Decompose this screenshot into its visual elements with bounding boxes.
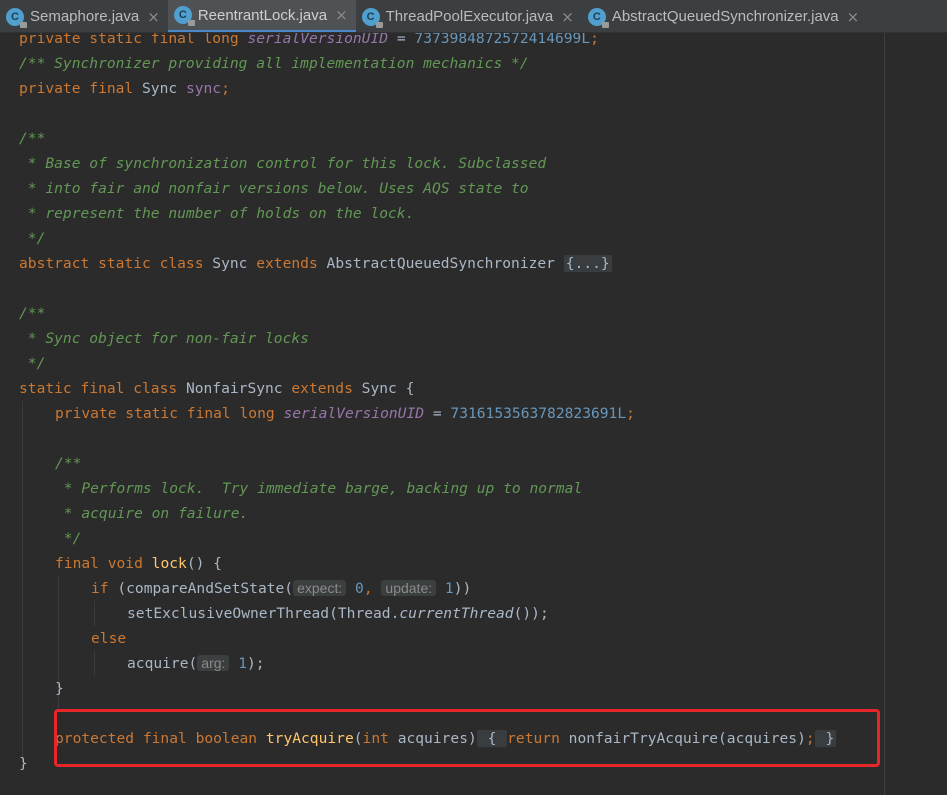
code-line: */: [19, 230, 46, 247]
code-line: * Base of synchronization control for th…: [19, 155, 547, 172]
code-line: static final class NonfairSync extends S…: [19, 380, 415, 397]
code-line: setExclusiveOwnerThread(Thread.currentTh…: [127, 605, 549, 622]
code-line: * represent the number of holds on the l…: [19, 205, 415, 222]
tab-semaphore[interactable]: Semaphore.java ×: [0, 0, 168, 32]
code-line: * acquire on failure.: [55, 505, 249, 522]
class-icon: [173, 6, 195, 26]
close-icon[interactable]: ×: [335, 6, 348, 24]
tab-label: AbstractQueuedSynchronizer.java: [611, 8, 839, 25]
parameter-hint: expect:: [293, 580, 347, 596]
class-icon: [361, 7, 383, 28]
code-line: private static final long serialVersionU…: [19, 33, 599, 47]
close-icon[interactable]: ×: [847, 8, 860, 26]
indent-guide: [94, 651, 95, 676]
annotation-highlight-box: [54, 709, 880, 767]
parameter-hint: update:: [381, 580, 437, 596]
editor-tab-bar: Semaphore.java × ReentrantLock.java × Th…: [0, 0, 947, 33]
lock-icon: [375, 21, 383, 28]
code-line: /**: [55, 455, 82, 472]
tab-label: Semaphore.java: [30, 8, 140, 25]
tab-label: ThreadPoolExecutor.java: [385, 8, 554, 25]
tab-label: ReentrantLock.java: [197, 6, 328, 24]
code-line: */: [19, 355, 46, 372]
close-icon[interactable]: ×: [147, 8, 160, 26]
code-line: acquire(arg: 1);: [127, 655, 265, 672]
code-line: }: [55, 680, 64, 697]
code-line: abstract static class Sync extends Abstr…: [19, 255, 612, 272]
code-line: }: [19, 755, 28, 772]
code-line: /**: [19, 130, 46, 147]
indent-guide: [94, 601, 95, 626]
ide-window: Semaphore.java × ReentrantLock.java × Th…: [0, 0, 947, 795]
class-icon: [6, 7, 27, 28]
folded-code-block[interactable]: {...}: [563, 255, 612, 272]
code-editor[interactable]: private static final long serialVersionU…: [0, 33, 947, 795]
code-line: * Sync object for non-fair locks: [19, 330, 309, 347]
code-line: * into fair and nonfair versions below. …: [19, 180, 529, 197]
code-line: /**: [19, 305, 46, 322]
class-icon: [587, 7, 609, 28]
lock-icon: [601, 21, 609, 28]
right-margin-guide: [884, 33, 885, 795]
close-icon[interactable]: ×: [561, 8, 574, 26]
lock-icon: [187, 20, 195, 26]
tab-abstractqueuedsynchronizer[interactable]: AbstractQueuedSynchronizer.java ×: [582, 0, 867, 32]
code-line: if (compareAndSetState(expect: 0, update…: [91, 580, 472, 597]
tab-reentrantlock[interactable]: ReentrantLock.java ×: [167, 0, 356, 32]
code-line: private final Sync sync;: [19, 80, 230, 97]
code-line: private static final long serialVersionU…: [55, 405, 635, 422]
code-line: final void lock() {: [55, 555, 222, 572]
code-line: /** Synchronizer providing all implement…: [19, 55, 529, 72]
parameter-hint: arg:: [197, 655, 230, 671]
lock-icon: [20, 21, 27, 28]
tab-threadpoolexecutor[interactable]: ThreadPoolExecutor.java ×: [356, 0, 582, 32]
code-line: * Performs lock. Try immediate barge, ba…: [55, 480, 583, 497]
code-line: else: [91, 630, 127, 647]
code-line: */: [55, 530, 82, 547]
indent-guide: [22, 401, 23, 761]
